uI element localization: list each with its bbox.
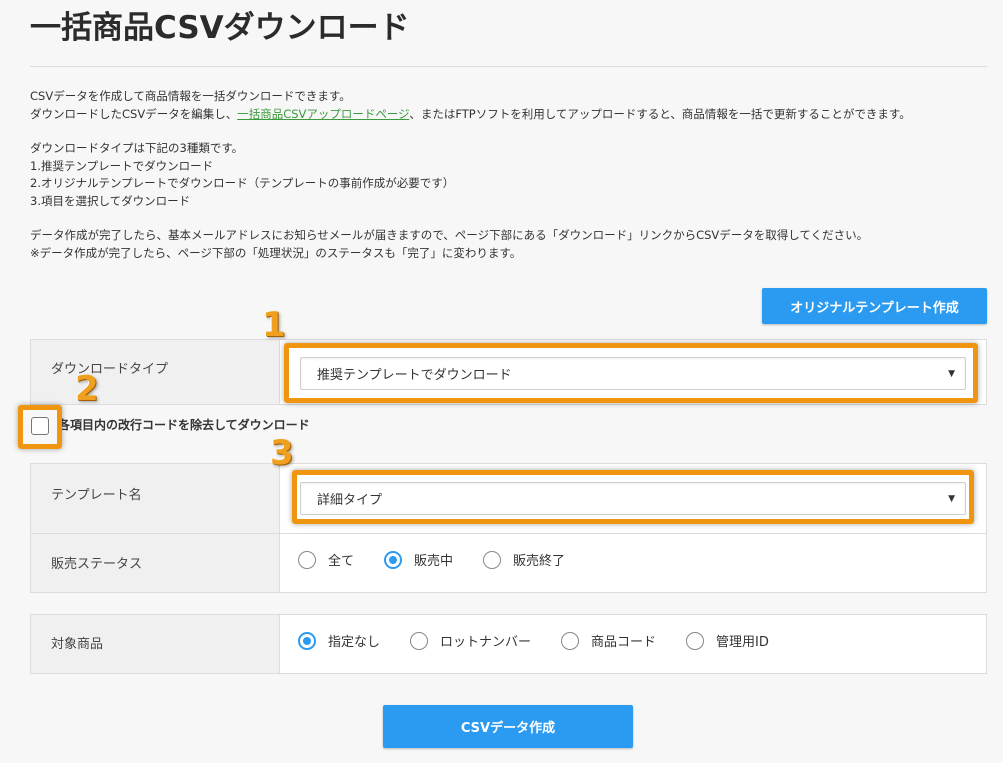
radio-circle[interactable] <box>384 550 403 569</box>
radio-management-id[interactable]: 管理用ID <box>686 631 769 650</box>
remove-newline-label[interactable]: 各項目内の改行コードを除去してダウンロード <box>58 416 310 433</box>
target-products-radio-group: 指定なし ロットナンバー 商品コード 管理用ID <box>298 631 799 650</box>
highlight-box-1 <box>284 343 978 403</box>
download-type-label: ダウンロードタイプ <box>31 340 280 404</box>
create-csv-button[interactable]: CSVデータ作成 <box>383 705 633 748</box>
create-original-template-button[interactable]: オリジナルテンプレート作成 <box>762 288 987 324</box>
sales-status-label: 販売ステータス <box>31 534 280 592</box>
radio-circle[interactable] <box>410 631 429 650</box>
radio-label: 販売中 <box>414 554 454 569</box>
radio-circle[interactable] <box>686 631 705 650</box>
radio-label: 管理用ID <box>716 635 769 650</box>
intro-line: ダウンロードしたCSVデータを編集し、一括商品CSVアップロードページ、またはF… <box>30 106 987 124</box>
title-divider <box>30 66 987 67</box>
types-heading: ダウンロードタイプは下記の3種類です。 <box>30 141 244 155</box>
radio-product-code[interactable]: 商品コード <box>561 631 656 650</box>
annotation-number-2: 2 <box>75 369 99 409</box>
radio-on-sale[interactable]: 販売中 <box>384 550 453 569</box>
page-title: 一括商品CSVダウンロード <box>30 10 410 46</box>
sales-status-radio-group: 全て 販売中 販売終了 <box>298 550 595 569</box>
radio-label: 全て <box>328 554 355 569</box>
radio-circle[interactable] <box>298 631 316 650</box>
intro-line-before: ダウンロードしたCSVデータを編集し、 <box>30 106 238 121</box>
radio-circle[interactable] <box>561 631 580 650</box>
radio-sale-ended[interactable]: 販売終了 <box>483 550 565 569</box>
radio-label: 指定なし <box>328 635 381 650</box>
csv-upload-page-link[interactable]: 一括商品CSVアップロードページ <box>237 107 409 121</box>
target-products-label: 対象商品 <box>31 615 280 673</box>
intro-text: CSVデータを作成して商品情報を一括ダウンロードできます。 ダウンロードしたCS… <box>30 88 987 262</box>
type-item: 1.推奨テンプレートでダウンロード <box>30 158 214 173</box>
template-name-label: テンプレート名 <box>31 464 280 533</box>
radio-circle[interactable] <box>298 550 316 569</box>
type-item: 2.オリジナルテンプレートでダウンロード（テンプレートの事前作成が必要です） <box>30 176 455 190</box>
intro-line-after: 、またはFTPソフトを利用してアップロードすると、商品情報を一括で更新することが… <box>409 106 911 121</box>
highlight-box-2 <box>18 405 62 449</box>
radio-lot-number[interactable]: ロットナンバー <box>410 631 531 650</box>
note: データ作成が完了したら、基本メールアドレスにお知らせメールが届きますので、ページ… <box>30 228 869 242</box>
highlight-box-3 <box>292 470 974 524</box>
intro-line: CSVデータを作成して商品情報を一括ダウンロードできます。 <box>30 89 351 103</box>
radio-label: ロットナンバー <box>440 635 532 650</box>
radio-label: 商品コード <box>591 635 657 650</box>
radio-label: 販売終了 <box>513 554 566 569</box>
radio-circle[interactable] <box>483 550 502 569</box>
annotation-number-1: 1 <box>262 305 286 345</box>
note: ※データ作成が完了したら、ページ下部の「処理状況」のステータスも「完了」に変わり… <box>30 245 522 260</box>
radio-all[interactable]: 全て <box>298 550 354 569</box>
annotation-number-3: 3 <box>270 433 294 473</box>
radio-unspecified[interactable]: 指定なし <box>298 631 380 650</box>
type-item: 3.項目を選択してダウンロード <box>30 193 191 208</box>
